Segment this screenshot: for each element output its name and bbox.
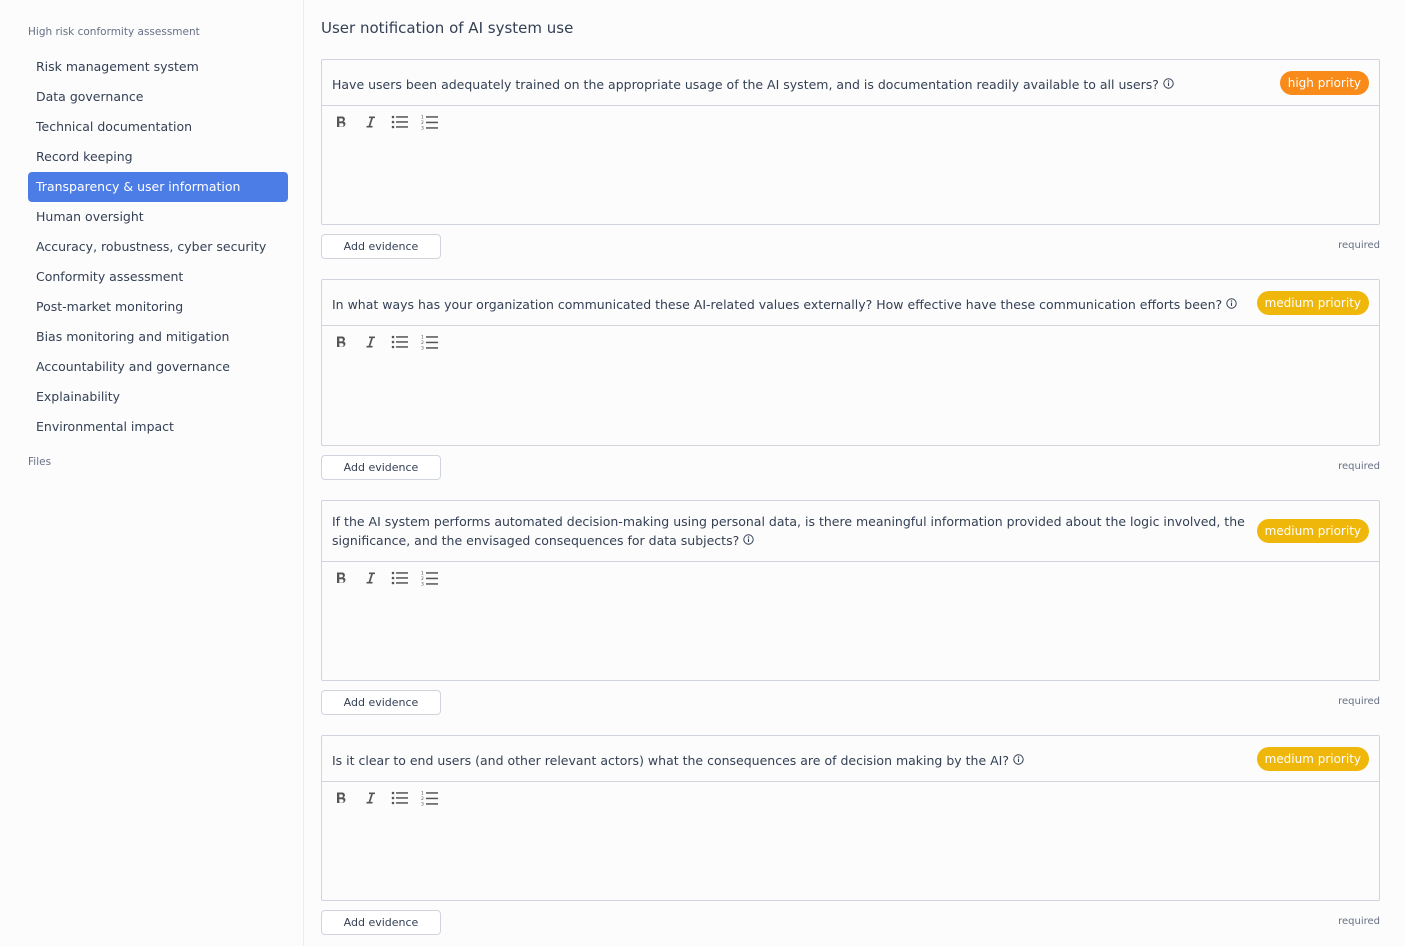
required-label: required [1338,461,1380,472]
bullet-list-icon[interactable] [390,568,410,588]
italic-icon[interactable] [360,112,380,132]
sidebar-item-label: Risk management system [36,59,199,74]
numbered-list-icon[interactable]: 123 [420,112,440,132]
sidebar-item-label: Technical documentation [36,119,193,134]
sidebar-item-accuracy[interactable]: Accuracy, robustness, cyber security [28,232,288,262]
italic-icon[interactable] [360,788,380,808]
svg-text:3: 3 [421,582,424,587]
bullet-list-icon[interactable] [390,788,410,808]
sidebar-item-label: Data governance [36,89,144,104]
sidebar-item-label: Accountability and governance [36,359,230,374]
bold-icon[interactable] [331,332,351,352]
question-header: If the AI system performs automated deci… [322,501,1379,562]
question-text: Have users been adequately trained on th… [332,75,1262,94]
svg-text:3: 3 [421,802,424,807]
question-card: If the AI system performs automated deci… [321,500,1380,681]
answer-editor[interactable]: 123 [322,106,1379,224]
sidebar-item-label: Explainability [36,389,121,404]
sidebar-item-label: Bias monitoring and mitigation [36,329,230,344]
sidebar-item-label: Environmental impact [36,419,174,434]
sidebar-item-label: Human oversight [36,209,144,224]
bold-icon[interactable] [331,112,351,132]
question-label: Is it clear to end users (and other rele… [332,753,1010,768]
question-card: Have users been adequately trained on th… [321,59,1380,225]
svg-text:1: 1 [421,115,424,121]
bullet-list-icon[interactable] [390,112,410,132]
sidebar-files-heading[interactable]: Files [28,456,51,468]
svg-text:2: 2 [421,796,424,802]
sidebar: High risk conformity assessment Risk man… [0,0,304,946]
bullet-list-icon[interactable] [390,332,410,352]
numbered-list-icon[interactable]: 123 [420,332,440,352]
italic-icon[interactable] [360,332,380,352]
sidebar-item-label: Conformity assessment [36,269,184,284]
sidebar-item-explainability[interactable]: Explainability [28,382,288,412]
question-card: In what ways has your organization commu… [321,279,1380,446]
svg-text:3: 3 [421,346,424,351]
sidebar-heading: High risk conformity assessment [28,26,200,38]
sidebar-item-technical-documentation[interactable]: Technical documentation [28,112,288,142]
required-label: required [1338,240,1380,251]
info-icon[interactable] [1226,295,1237,314]
question-text: If the AI system performs automated deci… [332,512,1262,550]
sidebar-item-risk-management[interactable]: Risk management system [28,52,288,82]
info-icon[interactable] [1163,75,1174,94]
add-evidence-button[interactable]: Add evidence [321,690,441,715]
question-text: Is it clear to end users (and other rele… [332,751,1262,770]
svg-text:3: 3 [421,126,424,131]
sidebar-item-conformity-assessment[interactable]: Conformity assessment [28,262,288,292]
question-text: In what ways has your organization commu… [332,295,1262,314]
italic-icon[interactable] [360,568,380,588]
page-title: User notification of AI system use [321,19,574,37]
priority-badge: medium priority [1256,519,1369,543]
numbered-list-icon[interactable]: 123 [420,568,440,588]
info-icon[interactable] [743,531,754,550]
svg-text:1: 1 [421,335,424,341]
sidebar-item-label: Post-market monitoring [36,299,184,314]
sidebar-item-label: Record keeping [36,149,133,164]
svg-text:1: 1 [421,571,424,577]
answer-editor[interactable]: 123 [322,562,1379,680]
priority-badge: high priority [1279,71,1369,95]
info-icon[interactable] [1013,751,1024,770]
sidebar-item-data-governance[interactable]: Data governance [28,82,288,112]
add-evidence-button[interactable]: Add evidence [321,455,441,480]
svg-text:2: 2 [421,576,424,582]
required-label: required [1338,696,1380,707]
svg-text:2: 2 [421,120,424,126]
sidebar-item-label: Accuracy, robustness, cyber security [36,239,267,254]
question-label: Have users been adequately trained on th… [332,77,1159,92]
required-label: required [1338,916,1380,927]
sidebar-item-post-market-monitoring[interactable]: Post-market monitoring [28,292,288,322]
priority-badge: medium priority [1256,291,1369,315]
add-evidence-button[interactable]: Add evidence [321,910,441,935]
numbered-list-icon[interactable]: 123 [420,788,440,808]
sidebar-item-transparency[interactable]: Transparency & user information [28,172,288,202]
add-evidence-button[interactable]: Add evidence [321,234,441,259]
sidebar-item-record-keeping[interactable]: Record keeping [28,142,288,172]
sidebar-item-label: Transparency & user information [36,179,241,194]
question-header: Is it clear to end users (and other rele… [322,736,1379,782]
bold-icon[interactable] [331,788,351,808]
sidebar-item-environmental-impact[interactable]: Environmental impact [28,412,288,442]
question-header: Have users been adequately trained on th… [322,60,1379,106]
sidebar-item-human-oversight[interactable]: Human oversight [28,202,288,232]
sidebar-item-bias-monitoring[interactable]: Bias monitoring and mitigation [28,322,288,352]
bold-icon[interactable] [331,568,351,588]
question-label: If the AI system performs automated deci… [332,514,1245,548]
question-header: In what ways has your organization commu… [322,280,1379,326]
question-label: In what ways has your organization commu… [332,297,1223,312]
svg-text:2: 2 [421,340,424,346]
answer-editor[interactable]: 123 [322,782,1379,900]
answer-editor[interactable]: 123 [322,326,1379,445]
svg-text:1: 1 [421,791,424,797]
question-card: Is it clear to end users (and other rele… [321,735,1380,901]
sidebar-item-accountability[interactable]: Accountability and governance [28,352,288,382]
priority-badge: medium priority [1256,747,1369,771]
